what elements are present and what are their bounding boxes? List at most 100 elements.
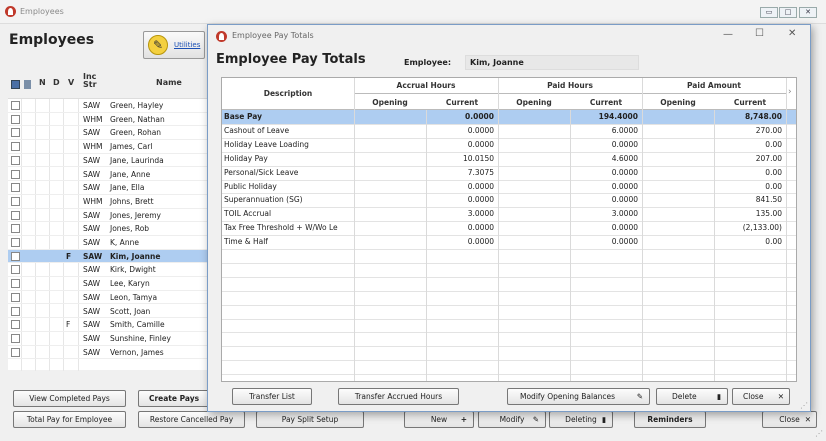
employee-row[interactable]: SAW Green, Hayley xyxy=(8,99,213,113)
employee-row[interactable]: SAW Kirk, Dwight xyxy=(8,263,213,278)
pay-row[interactable]: Holiday Pay 10.0150 4.6000 207.00 xyxy=(222,152,796,166)
row-checkbox[interactable] xyxy=(11,142,20,152)
col-d[interactable]: D xyxy=(53,78,60,87)
pay-split-setup-button[interactable]: Pay Split Setup xyxy=(256,411,364,428)
row-checkbox[interactable] xyxy=(11,238,20,247)
dialog-resize-grip-icon[interactable]: ⋰ xyxy=(800,401,808,410)
pay-row[interactable]: Public Holiday 0.0000 0.0000 0.00 xyxy=(222,180,796,194)
row-checkbox[interactable] xyxy=(11,279,20,289)
row-checkbox[interactable] xyxy=(11,183,20,193)
employees-heading: Employees xyxy=(9,32,95,48)
pay-row[interactable]: Tax Free Threshold + W/Wo Le 0.0000 0.0000… xyxy=(222,221,796,235)
employee-row[interactable]: SAW Scott, Joan xyxy=(8,305,213,319)
pay-row-paid-amount-current: 207.00 xyxy=(755,153,782,163)
select-all-checkbox[interactable] xyxy=(11,80,20,89)
row-name: Jones, Rob xyxy=(110,224,150,234)
restore-cancelled-pay-button[interactable]: Restore Cancelled Pay xyxy=(138,411,245,428)
pay-row-accrual-current: 3.0000 xyxy=(467,209,494,219)
close-window-icon[interactable]: ✕ xyxy=(799,7,817,18)
pay-row[interactable]: Base Pay 0.0000 194.4000 8,748.00 xyxy=(222,110,796,124)
row-checkbox[interactable] xyxy=(11,128,20,138)
col-name[interactable]: Name xyxy=(156,78,182,87)
resize-grip-icon[interactable]: ⋰ xyxy=(815,429,823,438)
pay-row[interactable]: Personal/Sick Leave 7.3075 0.0000 0.00 xyxy=(222,166,796,180)
reminders-button[interactable]: Reminders xyxy=(634,411,706,428)
transfer-list-button[interactable]: Transfer List xyxy=(232,388,312,405)
view-completed-pays-button[interactable]: View Completed Pays xyxy=(13,390,126,407)
pay-row[interactable]: Holiday Leave Loading 0.0000 0.0000 0.00 xyxy=(222,138,796,152)
total-pay-for-employee-button[interactable]: Total Pay for Employee xyxy=(13,411,126,428)
pay-row-paid-amount-current: 270.00 xyxy=(755,125,782,135)
employee-row[interactable]: SAW Green, Rohan xyxy=(8,126,213,141)
employee-row[interactable]: WHM James, Carl xyxy=(8,140,213,154)
row-checkbox[interactable] xyxy=(11,169,20,179)
row-inc-str: SAW xyxy=(83,224,101,234)
row-name: K, Anne xyxy=(110,238,139,247)
utilities-label: Utilities xyxy=(174,41,201,49)
new-button[interactable]: New + xyxy=(404,411,474,428)
pay-row[interactable]: Superannuation (SG) 0.0000 0.0000 841.50 xyxy=(222,193,796,207)
employee-row[interactable]: SAW Jane, Anne xyxy=(8,168,213,182)
row-checkbox[interactable] xyxy=(11,265,20,275)
delete-button[interactable]: Delete ▮ xyxy=(656,388,728,405)
employee-row[interactable]: SAW Vernon, James xyxy=(8,346,213,360)
pay-row[interactable]: TOIL Accrual 3.0000 3.0000 135.00 xyxy=(222,207,796,221)
pay-row[interactable]: Cashout of Leave 0.0000 6.0000 270.00 xyxy=(222,124,796,138)
row-name: Kim, Joanne xyxy=(110,251,161,261)
modify-button[interactable]: Modify ✎ xyxy=(478,411,546,428)
maximize-icon[interactable]: □ xyxy=(779,7,797,18)
row-checkbox[interactable] xyxy=(11,347,20,357)
row-checkbox[interactable] xyxy=(11,196,20,206)
row-name: Kirk, Dwight xyxy=(110,265,156,275)
transfer-accrued-hours-button[interactable]: Transfer Accrued Hours xyxy=(338,388,459,405)
employee-row[interactable]: F SAW Kim, Joanne xyxy=(8,249,213,264)
dialog-maximize-icon[interactable]: ☐ xyxy=(755,28,764,39)
modify-opening-balances-button[interactable]: Modify Opening Balances ✎ xyxy=(507,388,650,405)
col-v[interactable]: V xyxy=(68,78,74,87)
pay-row-accrual-current: 0.0000 xyxy=(467,237,494,247)
employee-row[interactable]: WHM Green, Nathan xyxy=(8,113,213,127)
row-checkbox[interactable] xyxy=(11,251,20,261)
row-checkbox[interactable] xyxy=(11,155,20,165)
dialog-close-icon[interactable]: ✕ xyxy=(788,28,796,39)
row-checkbox[interactable] xyxy=(11,101,20,110)
employee-row[interactable]: SAW Leon, Tamya xyxy=(8,291,213,305)
utilities-button[interactable]: ✎ Utilities xyxy=(143,31,205,59)
deleting-button[interactable]: Deleting ▮ xyxy=(549,411,613,428)
employee-row[interactable]: WHM Johns, Brett xyxy=(8,195,213,209)
employee-row[interactable]: SAW K, Anne xyxy=(8,236,213,250)
dialog-minimize-icon[interactable]: — xyxy=(723,29,733,40)
row-checkbox[interactable] xyxy=(11,333,20,343)
employee-row[interactable]: SAW Lee, Karyn xyxy=(8,277,213,291)
pay-row[interactable]: Time & Half 0.0000 0.0000 0.00 xyxy=(222,235,796,249)
row-checkbox[interactable] xyxy=(11,320,20,330)
pay-row-paid-hours-current: 4.6000 xyxy=(611,153,638,163)
employee-row[interactable]: F SAW Smith, Camille xyxy=(8,318,213,332)
bg-close-button[interactable]: Close ✕ xyxy=(762,411,817,428)
row-checkbox[interactable] xyxy=(11,210,20,220)
row-inc-str: WHM xyxy=(83,114,103,124)
employee-row[interactable]: SAW Jones, Rob xyxy=(8,222,213,236)
row-checkbox[interactable] xyxy=(11,114,20,124)
employee-row[interactable]: SAW Jones, Jeremy xyxy=(8,209,213,223)
modify-opening-balances-label: Modify Opening Balances xyxy=(520,392,616,401)
employee-row[interactable]: SAW Sunshine, Finley xyxy=(8,332,213,346)
employee-row[interactable]: SAW Jane, Laurinda xyxy=(8,154,213,168)
row-checkbox[interactable] xyxy=(11,292,20,302)
row-inc-str: SAW xyxy=(83,292,101,302)
pay-row-paid-hours-current: 6.0000 xyxy=(611,125,638,135)
employee-list-header: N D V Inc Str Name xyxy=(8,72,213,98)
row-checkbox[interactable] xyxy=(11,306,20,316)
employee-row[interactable]: SAW Jane, Ella xyxy=(8,181,213,195)
pay-row-description: Base Pay xyxy=(224,112,262,121)
minimize-icon[interactable]: ▭ xyxy=(760,7,778,18)
col-inc-str[interactable]: Inc Str xyxy=(83,73,105,89)
dialog-close-button[interactable]: Close ✕ xyxy=(732,388,790,405)
col-n[interactable]: N xyxy=(39,78,46,87)
header-paid-amount-opening: Opening xyxy=(660,98,696,107)
create-pays-button[interactable]: Create Pays xyxy=(138,390,210,407)
pay-row-accrual-current: 0.0000 xyxy=(467,195,494,205)
scroll-right-icon[interactable]: › xyxy=(788,87,792,97)
row-checkbox[interactable] xyxy=(11,224,20,234)
row-inc-str: SAW xyxy=(83,347,101,357)
